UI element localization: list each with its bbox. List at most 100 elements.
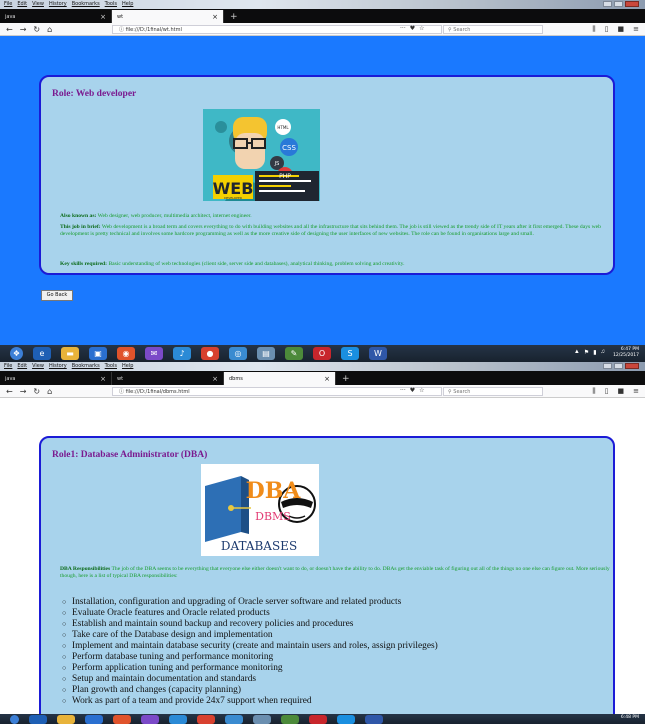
back-arrow-icon[interactable]: ← — [6, 387, 13, 396]
minimize-button[interactable] — [603, 363, 612, 369]
reload-icon[interactable]: ↻ — [33, 25, 40, 34]
home-icon[interactable]: ⌂ — [47, 387, 52, 396]
chrome-icon[interactable] — [197, 714, 215, 724]
opera-icon[interactable] — [309, 714, 327, 724]
new-tab-icon[interactable]: + — [336, 374, 350, 385]
menu-history[interactable]: History — [49, 1, 67, 7]
network-icon[interactable]: ◎ — [229, 347, 247, 360]
sidebar-icon[interactable]: ▯ — [605, 25, 609, 34]
menu-help[interactable]: Help — [122, 1, 133, 7]
extension-icon[interactable]: ■ — [618, 25, 625, 34]
menu-view[interactable]: View — [32, 363, 44, 369]
media-icon[interactable]: ♪ — [173, 347, 191, 360]
explorer-icon[interactable]: ▬ — [61, 347, 79, 360]
paint-icon[interactable] — [281, 714, 299, 724]
clock[interactable]: 6:48 PM — [621, 715, 639, 721]
mail-icon[interactable] — [141, 714, 159, 724]
notepad-icon[interactable] — [253, 714, 271, 724]
media-icon[interactable] — [169, 714, 187, 724]
home-icon[interactable]: ⌂ — [47, 25, 52, 34]
ie-icon[interactable]: e — [33, 347, 51, 360]
skype-icon[interactable] — [337, 714, 355, 724]
hamburger-menu-icon[interactable]: ≡ — [633, 25, 639, 34]
word-icon[interactable] — [365, 714, 383, 724]
app-icon[interactable] — [85, 714, 103, 724]
forward-arrow-icon[interactable]: → — [20, 387, 27, 396]
maximize-button[interactable] — [614, 1, 623, 7]
dba-responsibilities-text: The job of the DBA seems to be everythin… — [60, 566, 610, 580]
page-actions-icon[interactable]: ··· — [400, 25, 406, 32]
key-skills-text: Basic understanding of web technologies … — [107, 261, 405, 267]
menu-history[interactable]: History — [49, 363, 67, 369]
library-icon[interactable]: ⫼ — [592, 25, 595, 34]
start-button-icon[interactable] — [10, 714, 19, 724]
menu-bookmarks[interactable]: Bookmarks — [72, 363, 100, 369]
word-icon[interactable]: W — [369, 347, 387, 360]
library-icon[interactable]: ⫼ — [592, 387, 595, 396]
menu-file[interactable]: File — [4, 363, 12, 369]
explorer-icon[interactable] — [57, 714, 75, 724]
firefox-icon[interactable]: ◉ — [117, 347, 135, 360]
volume-icon[interactable]: ♫ — [601, 349, 606, 356]
tray-up-icon[interactable]: ▲ — [574, 349, 580, 356]
close-window-button[interactable] — [625, 363, 639, 369]
pocket-icon[interactable]: ♥ — [410, 25, 415, 32]
go-back-button[interactable]: Go Back — [41, 290, 73, 301]
network-icon[interactable] — [225, 714, 243, 724]
pocket-icon[interactable]: ♥ — [410, 387, 415, 394]
url-bar[interactable]: ⓘ file:///D:/1final/wt.html — [112, 25, 442, 34]
sidebar-icon[interactable]: ▯ — [605, 387, 609, 396]
back-arrow-icon[interactable]: ← — [6, 25, 13, 34]
search-input[interactable]: ⚲ Search — [443, 387, 543, 396]
close-window-button[interactable] — [625, 1, 639, 7]
hamburger-menu-icon[interactable]: ≡ — [633, 387, 639, 396]
menu-edit[interactable]: Edit — [17, 363, 27, 369]
close-tab-icon[interactable]: × — [212, 375, 218, 383]
tab-label: dbms — [229, 375, 243, 382]
skype-icon[interactable]: S — [341, 347, 359, 360]
menu-bookmarks[interactable]: Bookmarks — [72, 1, 100, 7]
close-tab-icon[interactable]: × — [100, 375, 106, 383]
maximize-button[interactable] — [614, 363, 623, 369]
reload-icon[interactable]: ↻ — [33, 387, 40, 396]
chrome-icon[interactable]: ● — [201, 347, 219, 360]
job-brief: This job in brief: Web development is a … — [60, 224, 610, 239]
close-tab-icon[interactable]: × — [100, 13, 106, 21]
tab-wt[interactable]: wt × — [112, 10, 224, 23]
menu-help[interactable]: Help — [122, 363, 133, 369]
minimize-button[interactable] — [603, 1, 612, 7]
tab-java[interactable]: java × — [0, 10, 112, 23]
web-developer-image: HTML CSS JS PHP WEB DEVELOPER — [203, 109, 320, 201]
new-tab-icon[interactable]: + — [224, 12, 238, 23]
menu-view[interactable]: View — [32, 1, 44, 7]
url-bar[interactable]: ⓘ file:///D:/1final/dbms.html — [112, 387, 442, 396]
tab-wt[interactable]: wt × — [112, 372, 224, 385]
paint-icon[interactable]: ✎ — [285, 347, 303, 360]
tab-java[interactable]: java × — [0, 372, 112, 385]
extension-icon[interactable]: ■ — [618, 387, 625, 396]
network-tray-icon[interactable]: ▮ — [593, 349, 596, 356]
close-tab-icon[interactable]: × — [212, 13, 218, 21]
clock[interactable]: 6:47 PM 12/25/2017 — [613, 347, 639, 359]
menu-tools[interactable]: Tools — [105, 1, 117, 7]
page-actions-icon[interactable]: ··· — [400, 387, 406, 394]
dba-responsibilities: DBA Responsibilities The job of the DBA … — [60, 566, 610, 581]
app-icon[interactable]: ▣ — [89, 347, 107, 360]
notepad-icon[interactable]: ▤ — [257, 347, 275, 360]
firefox-icon[interactable] — [113, 714, 131, 724]
flag-icon[interactable]: ⚑ — [584, 349, 589, 356]
close-tab-icon[interactable]: × — [324, 375, 330, 383]
ie-icon[interactable] — [29, 714, 47, 724]
menu-file[interactable]: File — [4, 1, 12, 7]
start-button-icon[interactable]: ❖ — [10, 347, 23, 360]
bookmark-star-icon[interactable]: ☆ — [419, 25, 424, 32]
bookmark-star-icon[interactable]: ☆ — [419, 387, 424, 394]
menu-edit[interactable]: Edit — [17, 1, 27, 7]
list-item: Establish and maintain sound backup and … — [62, 619, 612, 630]
tab-dbms[interactable]: dbms × — [224, 372, 336, 385]
mail-icon[interactable]: ✉ — [145, 347, 163, 360]
menu-tools[interactable]: Tools — [105, 363, 117, 369]
opera-icon[interactable]: O — [313, 347, 331, 360]
forward-arrow-icon[interactable]: → — [20, 25, 27, 34]
search-input[interactable]: ⚲ Search — [443, 25, 543, 34]
